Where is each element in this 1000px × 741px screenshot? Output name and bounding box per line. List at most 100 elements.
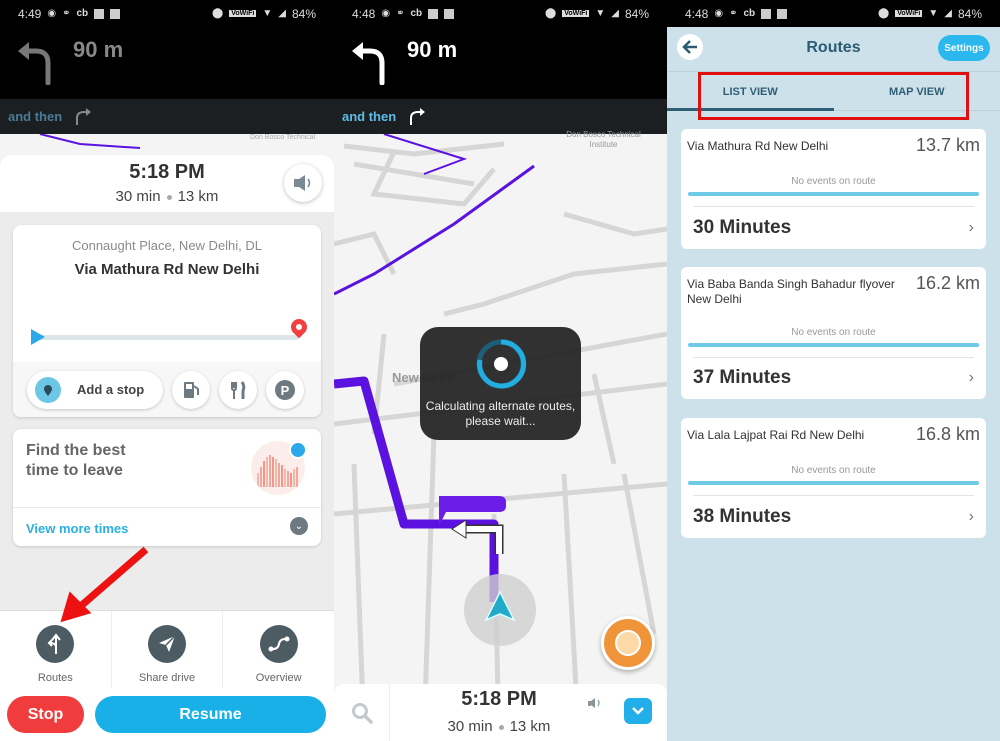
chevron-right-icon: › (968, 369, 974, 386)
phone-screen-routes-list: 4:48 ◉ ⚭ cb ⬤ VoWiFi ▼ ◢ 84% Routes Sett… (667, 0, 1000, 741)
settings-button[interactable]: Settings (938, 35, 990, 61)
trip-duration: 30 min (115, 188, 161, 205)
routes-button[interactable]: Routes (0, 611, 112, 688)
sync-icon: ◉ (47, 8, 57, 19)
route-duration: 30 Minutes (693, 217, 792, 238)
navigation-menu-sheet: 5:18 PM 30 min 13 km Connaught Place, New… (0, 155, 334, 741)
route-card[interactable]: Via Baba Banda Singh Bahadur flyover New… (681, 267, 986, 399)
route-distance: 13.7 km (915, 135, 980, 155)
trip-distance: 13 km (177, 188, 219, 205)
turn-right-icon (76, 107, 92, 125)
add-stop-label: Add a stop (77, 382, 145, 397)
notification-icon (110, 8, 121, 19)
signal-icon: ◢ (611, 8, 619, 19)
sound-button[interactable] (587, 696, 603, 714)
routes-icon (36, 625, 75, 663)
expand-menu-button[interactable] (624, 698, 652, 724)
alarm-clock-icon (289, 441, 307, 459)
traffic-bar (296, 467, 298, 487)
next-turn-banner: and then (334, 99, 667, 134)
divider (693, 495, 974, 496)
loading-spinner-icon (474, 337, 528, 391)
best-time-title: Find the best time to leave (26, 442, 126, 479)
destination-card[interactable]: Connaught Place, New Delhi, DL Via Mathu… (13, 225, 321, 417)
parking-icon: P (275, 379, 295, 400)
send-icon (148, 625, 186, 663)
next-turn-banner: and then (0, 99, 334, 134)
notification-icon (777, 8, 788, 19)
turn-instruction-banner[interactable]: 90 m (334, 27, 667, 99)
share-drive-label: Share drive (138, 672, 196, 684)
report-button[interactable] (601, 616, 655, 670)
destination-pin-icon (287, 315, 311, 339)
calculating-routes-dialog: Calculating alternate routes, please wai… (420, 327, 581, 440)
phone-screen-calculating-routes: 4:48 ◉ ⚭ cb ⬤ VoWiFi ▼ ◢ 84% 90 m and th… (334, 0, 667, 741)
wifi-icon: ▼ (928, 8, 939, 19)
route-traffic-bar (688, 481, 979, 485)
traffic-bar (263, 461, 265, 487)
trip-summary: 30 min 13 km (0, 188, 334, 205)
notification-icon (761, 8, 772, 19)
footer-buttons: Stop Resume (0, 688, 334, 741)
route-traffic-bar (688, 192, 979, 196)
traffic-bar (260, 467, 262, 487)
stop-button[interactable]: Stop (7, 696, 84, 733)
traffic-bar (278, 463, 280, 487)
carrier-label: cb (743, 8, 756, 19)
turn-right-icon (410, 107, 426, 125)
resume-button[interactable]: Resume (95, 696, 326, 733)
speaker-icon (294, 175, 311, 191)
trip-duration: 30 min (447, 718, 493, 735)
traffic-bar (272, 457, 274, 487)
svg-text:P: P (281, 383, 290, 398)
share-drive-button[interactable]: Share drive (112, 611, 224, 688)
chevron-down-icon[interactable]: ⌄ (290, 517, 308, 535)
routes-label: Routes (37, 672, 73, 684)
status-bar: 4:48 ◉ ⚭ cb ⬤ VoWiFi ▼ ◢ 84% (334, 0, 667, 27)
add-stop-button[interactable]: Add a stop (27, 370, 163, 409)
best-time-to-leave-card[interactable]: Find the best time to leave View more ti… (13, 429, 321, 546)
vowifi-icon: VoWiFi (895, 10, 923, 17)
eta-bar[interactable]: 5:18 PM 30 min 13 km (334, 684, 667, 741)
location-icon: ⬤ (878, 8, 890, 19)
traffic-bar (266, 457, 268, 487)
sound-button[interactable] (284, 164, 322, 202)
route-name: Via Mathura Rd New Delhi (687, 139, 829, 153)
vowifi-icon: VoWiFi (229, 10, 257, 17)
route-traffic-bar (688, 343, 979, 347)
status-time: 4:48 (352, 6, 376, 21)
turn-distance: 90 m (73, 37, 124, 62)
arrival-time: 5:18 PM (461, 688, 537, 710)
gas-station-button[interactable] (172, 370, 210, 409)
wifi-icon: ▼ (595, 8, 606, 19)
view-more-times-link[interactable]: View more times (26, 521, 128, 536)
svg-text:Don Bosco Technical: Don Bosco Technical (250, 134, 316, 141)
route-distance: 16.2 km (915, 273, 980, 293)
report-icon (615, 630, 641, 656)
notification-icon (428, 8, 439, 19)
divider (693, 357, 974, 358)
trip-summary: 30 min 13 km (424, 718, 574, 735)
fork-knife-icon (231, 380, 246, 399)
wifi-icon: ▼ (262, 8, 273, 19)
status-time: 4:48 (685, 6, 709, 21)
route-card[interactable]: Via Lala Lajpat Rai Rd New Delhi 16.8 km… (681, 418, 986, 538)
carrier-label: cb (76, 8, 89, 19)
route-events: No events on route (791, 176, 876, 187)
routes-header: Routes Settings (667, 27, 1000, 71)
turn-distance: 90 m (407, 37, 458, 62)
traffic-bar (287, 471, 289, 487)
restaurant-button[interactable] (219, 370, 257, 409)
link-icon: ⚭ (729, 8, 738, 19)
parking-button[interactable]: P (266, 370, 304, 409)
overview-button[interactable]: Overview (223, 611, 334, 688)
trip-distance: 13 km (509, 718, 551, 735)
turn-instruction-banner[interactable]: 90 m (0, 27, 334, 99)
search-button[interactable] (334, 684, 390, 741)
divider (693, 206, 974, 207)
notification-icon (444, 8, 455, 19)
route-card[interactable]: Via Mathura Rd New Delhi 13.7 km No even… (681, 129, 986, 249)
status-bar: 4:49 ◉ ⚭ cb ⬤ VoWiFi ▼ ◢ 84% (0, 0, 334, 27)
battery-level: 84% (957, 6, 982, 21)
overview-label: Overview (255, 672, 302, 684)
